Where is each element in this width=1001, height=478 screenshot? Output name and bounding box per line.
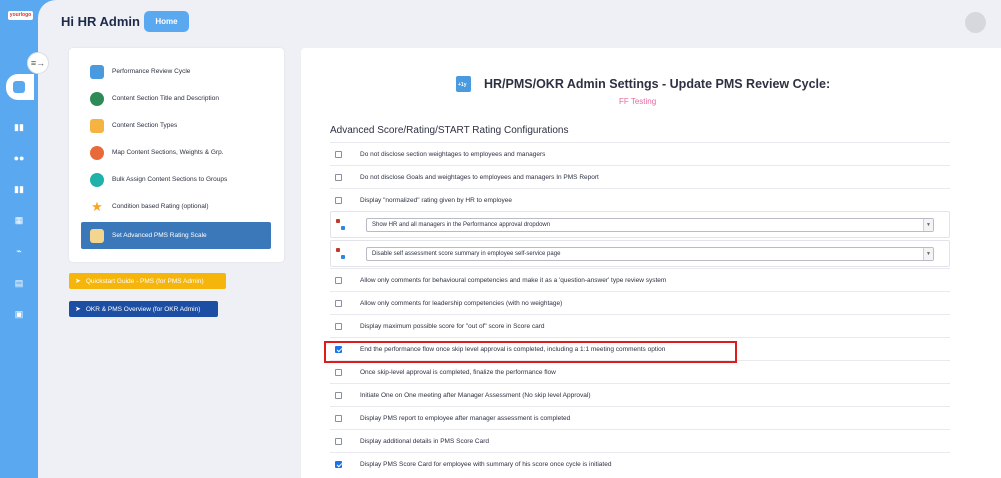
option-row[interactable]: Display PMS Score Card for employee with… [330,452,950,475]
option-row[interactable]: Display maximum possible score for "out … [330,314,950,337]
users-icon[interactable]: ●● [13,152,25,164]
chevron-down-icon: ▼ [923,247,933,260]
option-label: Display additional details in PMS Score … [360,437,489,445]
option-row[interactable]: Display additional details in PMS Score … [330,429,950,452]
menu-item-label: Condition based Rating (optional) [112,203,209,210]
calendar-icon [90,64,104,79]
calendar-icon[interactable]: ▣ [13,308,25,320]
settings-panel: HR/PMS/OKR Admin Settings - Update PMS R… [301,48,1001,478]
option-row[interactable]: Allow only comments for leadership compe… [330,291,950,314]
menu-item-advanced-rating-scale[interactable]: Set Advanced PMS Rating Scale [81,222,271,249]
app-frame: yourlogo ▮▮ ●● ▮▮ ▦ ⌁ ▤ ▣ Hi HR Admin Ho… [0,0,1001,478]
sidebar-item-dashboard[interactable] [6,74,34,100]
option-label: Do not disclose Goals and weightages to … [360,173,599,181]
option-label: Do not disclose section weightages to em… [360,150,546,158]
avatar[interactable] [965,12,986,33]
approval-dropdown[interactable]: Show HR and all managers in the Performa… [366,217,934,232]
option-checkbox[interactable] [335,368,342,376]
option-label: Once skip-level approval is completed, f… [360,368,556,376]
option-checkbox[interactable] [335,196,342,204]
self-assessment-dropdown[interactable]: Disable self assessment score summary in… [366,246,934,261]
rocket-icon: ➤ [75,278,81,285]
book-icon[interactable]: ▮▮ [13,121,25,133]
top-bar: Hi HR Admin Home [38,0,1001,44]
option-label: Display PMS report to employee after man… [360,414,571,422]
menu-item-label: Content Section Types [112,122,178,129]
menu-item-content-section-types[interactable]: Content Section Types [81,113,271,138]
menu-item-label: Content Section Title and Description [112,95,219,102]
option-row[interactable]: Initiate One on One meeting after Manage… [330,383,950,406]
menu-item-label: Set Advanced PMS Rating Scale [112,232,207,239]
option-label: Display maximum possible score for "out … [360,322,545,330]
option-row[interactable]: Allow only comments for behavioural comp… [330,268,950,291]
okr-overview-label: OKR & PMS Overview (for OKR Admin) [85,305,201,313]
company-logo: yourlogo [8,11,33,20]
menu-item-label: Map Content Sections, Weights & Grp. [112,149,224,156]
handshake-icon[interactable]: ⌁ [13,245,25,257]
chevron-down-icon: ▼ [923,218,933,231]
option-checkbox[interactable] [335,414,342,422]
option-checkbox[interactable] [335,150,342,158]
document-icon[interactable]: ▤ [13,277,25,289]
option-label: Initiate One on One meeting after Manage… [360,391,591,399]
report-icon[interactable]: ▦ [13,214,25,226]
page-title: HR/PMS/OKR Admin Settings - Update PMS R… [484,77,831,91]
settings-menu: Performance Review Cycle Content Section… [69,48,284,262]
main-area: Hi HR Admin Home Performance Review Cycl… [38,0,1001,478]
quickstart-guide-button[interactable]: ➤ Quickstart Guide - PMS (for PMS Admin) [69,273,226,289]
option-label: Allow only comments for leadership compe… [360,299,563,307]
okr-overview-button[interactable]: ➤ OKR & PMS Overview (for OKR Admin) [69,301,218,317]
option-row[interactable]: Do not disclose Goals and weightages to … [330,165,950,188]
menu-item-content-section-title[interactable]: Content Section Title and Description [81,86,271,111]
dropdown-value: Show HR and all managers in the Performa… [372,221,551,228]
option-row[interactable]: Do not disclose section weightages to em… [330,142,950,165]
collapse-sidebar-button[interactable]: ≡→ [27,52,49,74]
option-label: Display PMS Score Card for employee with… [360,460,612,468]
menu-item-map-content-sections[interactable]: Map Content Sections, Weights & Grp. [81,140,271,165]
sections-icon [90,91,104,106]
rating-scale-icon [90,228,104,243]
option-row[interactable]: Display PMS report to employee after man… [330,406,950,429]
highlight-box [324,341,737,363]
option-checkbox[interactable] [335,276,342,284]
menu-item-bulk-assign[interactable]: Bulk Assign Content Sections to Groups [81,167,271,192]
user-map-icon [90,145,104,160]
calendar-icon [456,76,471,92]
home-button[interactable]: Home [144,11,189,32]
group-icon [90,172,104,187]
quickstart-guide-label: Quickstart Guide - PMS (for PMS Admin) [85,277,204,285]
option-label: Display "normalized" rating given by HR … [360,196,513,204]
option-row[interactable]: Once skip-level approval is completed, f… [330,360,950,383]
menu-collapse-icon: ≡→ [30,58,46,68]
section-title: Advanced Score/Rating/START Rating Confi… [330,125,569,136]
option-checkbox[interactable] [335,437,342,445]
dropdown-row: Disable self assessment score summary in… [330,240,950,267]
option-row[interactable]: Display "normalized" rating given by HR … [330,188,950,211]
option-label: Allow only comments for behavioural comp… [360,276,667,284]
badge-icon [90,118,104,133]
book-icon[interactable]: ▮▮ [13,183,25,195]
cycle-name: FF Testing [619,97,657,106]
option-checkbox[interactable] [335,173,342,181]
workflow-icon [336,247,346,260]
dropdown-row: Show HR and all managers in the Performa… [330,211,950,238]
rocket-icon: ➤ [75,306,81,313]
menu-item-performance-review-cycle[interactable]: Performance Review Cycle [81,59,271,84]
workflow-icon [336,218,346,231]
star-icon: ★ [91,198,103,214]
option-checkbox[interactable] [335,322,342,330]
greeting: Hi HR Admin [61,14,140,29]
menu-item-label: Performance Review Cycle [112,68,191,75]
analytics-icon [13,81,25,93]
option-checkbox[interactable] [335,460,342,468]
option-checkbox[interactable] [335,299,342,307]
dropdown-value: Disable self assessment score summary in… [372,250,561,257]
option-checkbox[interactable] [335,391,342,399]
menu-item-label: Bulk Assign Content Sections to Groups [112,176,228,183]
menu-item-condition-rating[interactable]: ★ Condition based Rating (optional) [81,194,271,219]
